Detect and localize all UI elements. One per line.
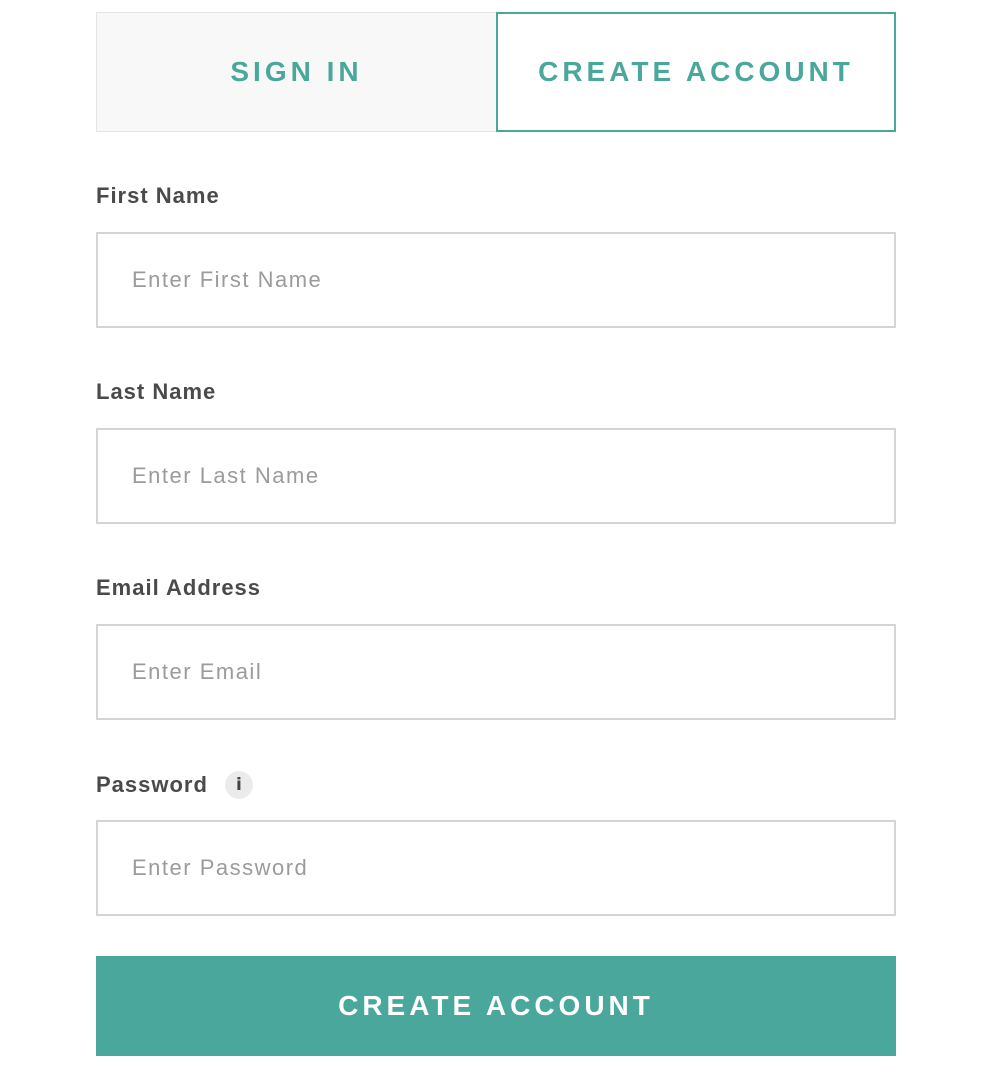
tab-create-account-label: CREATE ACCOUNT <box>538 56 854 87</box>
auth-tabs: SIGN IN CREATE ACCOUNT <box>96 12 896 132</box>
email-input[interactable] <box>96 624 896 720</box>
last-name-input[interactable] <box>96 428 896 524</box>
first-name-label: First Name <box>96 183 220 208</box>
tab-create-account[interactable]: CREATE ACCOUNT <box>496 12 896 132</box>
tab-sign-in[interactable]: SIGN IN <box>96 12 496 132</box>
password-label: Password i <box>96 771 253 799</box>
create-account-button[interactable]: CREATE ACCOUNT <box>96 956 896 1056</box>
info-icon[interactable]: i <box>224 771 253 799</box>
tab-sign-in-label: SIGN IN <box>230 56 363 87</box>
create-account-button-label: CREATE ACCOUNT <box>338 990 654 1021</box>
first-name-input[interactable] <box>96 232 896 328</box>
email-label: Email Address <box>96 575 262 600</box>
password-input[interactable] <box>96 820 896 916</box>
create-account-page: SIGN IN CREATE ACCOUNT First Name Last N… <box>0 0 988 1072</box>
last-name-label: Last Name <box>96 379 217 404</box>
